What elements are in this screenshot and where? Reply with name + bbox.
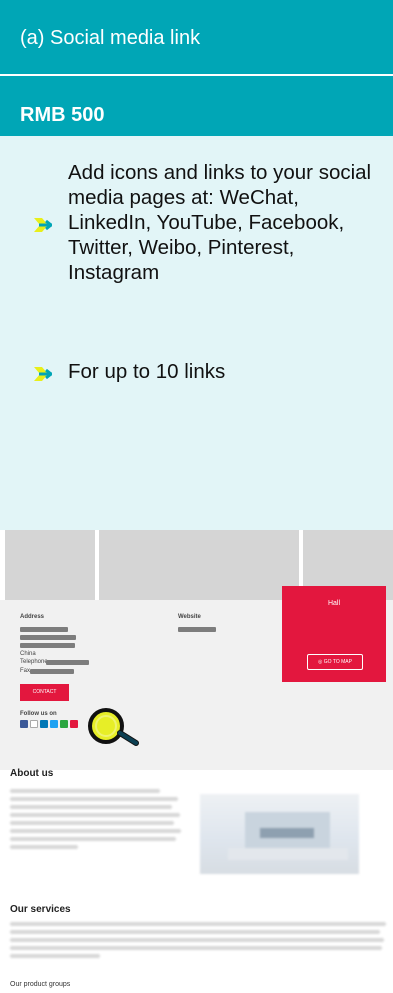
go-to-map-label: GO TO MAP	[323, 659, 352, 665]
weibo-icon[interactable]	[70, 720, 78, 728]
blurred-text	[10, 938, 384, 942]
blurred-text	[10, 789, 160, 793]
feature-item-social-links: Add icons and links to your social media…	[34, 160, 374, 285]
blurred-text	[10, 954, 100, 958]
feature-text: Add icons and links to your social media…	[68, 161, 372, 284]
hall-title: Hall	[327, 600, 341, 607]
linkedin-icon[interactable]	[40, 720, 48, 728]
blurred-text	[10, 805, 172, 809]
blurred-text	[10, 829, 181, 833]
blurred-text	[30, 669, 74, 674]
twitter-icon[interactable]	[50, 720, 58, 728]
contact-button[interactable]: CONTACT	[20, 684, 69, 701]
address-label: Address	[20, 614, 45, 620]
blurred-text	[178, 627, 216, 632]
social-icons	[20, 720, 78, 728]
feature-list: Add icons and links to your social media…	[0, 136, 393, 530]
feature-text: For up to 10 links	[68, 360, 226, 383]
image-tile	[99, 530, 299, 600]
image-tile	[5, 530, 95, 600]
arrow-right-bullet-icon	[34, 367, 52, 381]
about-us-title: About us	[10, 768, 54, 779]
blurred-text	[46, 660, 89, 665]
country-text: China	[20, 651, 36, 657]
blurred-text	[10, 922, 386, 926]
blurred-text	[10, 930, 380, 934]
magnifier-icon	[88, 708, 139, 746]
price-label: RMB 500	[0, 76, 393, 136]
blurred-text	[20, 643, 75, 648]
fax-label: Fax	[20, 668, 31, 674]
blurred-text	[10, 813, 180, 817]
telephone-label: Telephone	[20, 659, 48, 665]
follow-label: Follow us on	[20, 711, 57, 717]
blurred-text	[10, 845, 78, 849]
blurred-text	[20, 635, 76, 640]
feature-item-link-count: For up to 10 links	[34, 359, 374, 384]
product-groups-title: Our product groups	[10, 981, 71, 988]
blurred-text	[10, 837, 176, 841]
blurred-text	[10, 946, 382, 950]
section-title: (a) Social media link	[0, 0, 393, 74]
our-services-title: Our services	[10, 904, 71, 915]
arrow-right-bullet-icon	[34, 218, 52, 232]
wechat-icon[interactable]	[30, 720, 38, 728]
company-building-image	[200, 794, 359, 874]
go-to-map-button[interactable]: ◎ GO TO MAP	[307, 654, 363, 670]
wechat-alt-icon[interactable]	[60, 720, 68, 728]
hall-card: Hall ◎ GO TO MAP	[282, 586, 386, 682]
website-label: Website	[178, 614, 201, 620]
facebook-icon[interactable]	[20, 720, 28, 728]
blurred-text	[20, 627, 68, 632]
blurred-text	[10, 821, 174, 825]
example-page-screenshot: Address China Telephone Fax Website CONT…	[0, 530, 393, 993]
blurred-text	[10, 797, 178, 801]
